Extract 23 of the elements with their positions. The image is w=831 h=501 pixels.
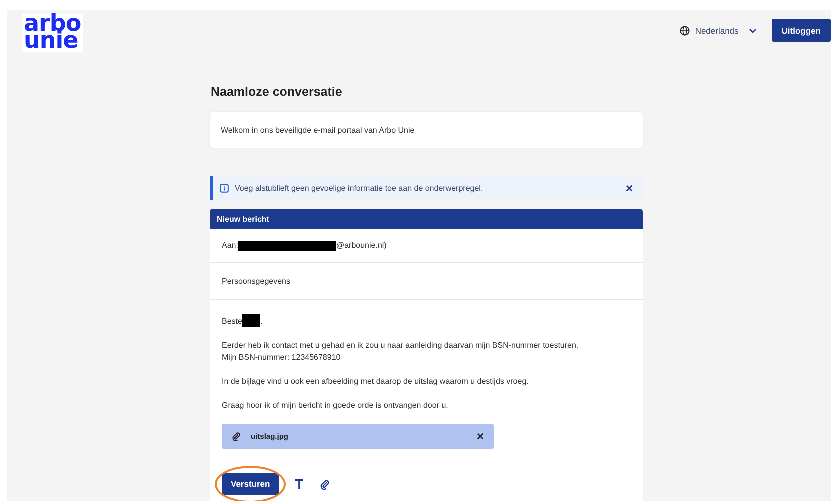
message-text: Mijn BSN-nummer: 12345678910 [222,353,341,362]
alert-text: Voeg alstublieft geen gevoelige informatie toe aan de onderwerpregel. [235,184,484,192]
logout-button[interactable]: Uitloggen [772,19,831,42]
close-icon[interactable] [626,184,633,192]
send-button[interactable]: Versturen [222,473,280,495]
recipient-field[interactable]: Aan: @arbounie.nl) [210,229,643,263]
message-text: In de bijlage vind u ook een afbeelding met daarop de uitslag waarom u destijds vroeg. [222,377,529,386]
message-text: Graag hoor ik of mijn bericht in goede orde is ontvangen door u. [222,401,448,410]
remove-icon[interactable] [477,433,484,440]
info-icon [220,184,229,192]
message-text: Eerder heb ik contact met u gehad en ik zou u naar aanleiding daarvan mijn BSN-nummer toesturen. [222,341,579,350]
page-title: Naamloze conversatie [211,85,344,101]
globe-icon [680,26,690,36]
language-selector[interactable]: Nederlands [680,26,757,36]
text-format-icon[interactable] [295,479,304,489]
redaction-bar [242,314,260,327]
subject-field[interactable]: Persoonsgegevens [210,263,643,300]
paperclip-icon[interactable] [320,478,330,490]
logo: arbo unie [22,14,84,52]
panel-header: Nieuw bericht [210,209,643,229]
welcome-card: Welkom in ons beveiligde e-mail portaal van Arbo Unie [210,112,643,148]
paperclip-icon [232,432,241,441]
chevron-down-icon [748,28,757,34]
